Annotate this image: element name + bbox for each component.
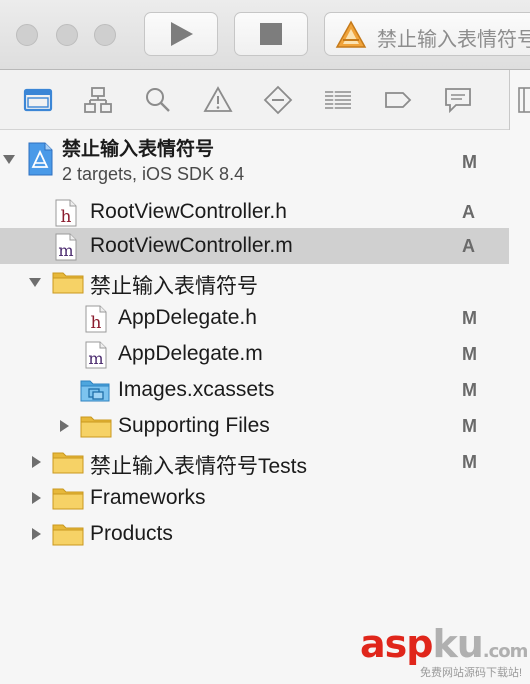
folder-icon xyxy=(52,452,84,474)
scheme-title: 禁止输入表情符号 xyxy=(377,29,530,51)
group-label: Frameworks xyxy=(90,486,206,509)
watermark-tagline: 免费网站源码下载站! xyxy=(420,667,523,679)
h-file-icon: h xyxy=(85,305,107,333)
group-row[interactable]: Frameworks xyxy=(0,480,509,516)
project-name: 禁止输入表情符号 xyxy=(62,139,215,160)
file-label: AppDelegate.m xyxy=(118,342,263,365)
test-navigator-icon[interactable] xyxy=(262,84,294,116)
svg-text:m: m xyxy=(88,349,103,368)
scm-status-badge: A xyxy=(462,236,475,256)
disclosure-collapsed-icon[interactable] xyxy=(29,491,43,505)
file-row-selected[interactable]: m RootViewController.m A xyxy=(0,228,509,264)
play-icon xyxy=(171,22,193,46)
group-label: Products xyxy=(90,522,173,545)
scm-status-badge: M xyxy=(462,152,477,172)
group-label: 禁止输入表情符号Tests xyxy=(90,455,308,478)
group-row[interactable]: 禁止输入表情符号Tests M xyxy=(0,444,509,480)
find-navigator-icon[interactable] xyxy=(142,84,174,116)
scheme-selector[interactable]: 禁止输入表情符号 xyxy=(324,12,530,56)
group-row[interactable]: Products xyxy=(0,516,509,552)
asset-catalog-icon xyxy=(80,380,110,402)
folder-icon xyxy=(52,488,84,510)
folder-icon xyxy=(52,272,84,294)
watermark-brand-c: .com xyxy=(482,641,529,662)
issue-navigator-icon[interactable] xyxy=(202,84,234,116)
svg-text:m: m xyxy=(58,241,73,260)
editor-layout-icon[interactable] xyxy=(518,86,530,114)
file-label: AppDelegate.h xyxy=(118,306,257,329)
stop-button[interactable] xyxy=(234,12,308,56)
watermark-brand-a: asp xyxy=(360,622,433,666)
debug-navigator-icon[interactable] xyxy=(322,84,354,116)
file-label: Images.xcassets xyxy=(118,378,275,401)
scm-status-badge: M xyxy=(462,452,477,472)
report-navigator-icon[interactable] xyxy=(442,84,474,116)
site-watermark: aspku.com xyxy=(360,622,529,666)
window-toolbar: 禁止输入表情符号 xyxy=(0,0,530,70)
svg-text:h: h xyxy=(91,313,102,333)
scm-status-badge: M xyxy=(462,416,477,436)
file-row[interactable]: Images.xcassets M xyxy=(0,372,509,408)
group-row[interactable]: Supporting Files M xyxy=(0,408,509,444)
run-button[interactable] xyxy=(144,12,218,56)
disclosure-collapsed-icon[interactable] xyxy=(29,527,43,541)
disclosure-collapsed-icon[interactable] xyxy=(29,455,43,469)
scm-status-badge: M xyxy=(462,308,477,328)
scm-status-badge: M xyxy=(462,380,477,400)
m-file-icon: m xyxy=(55,233,77,261)
m-file-icon: m xyxy=(85,341,107,369)
disclosure-collapsed-icon[interactable] xyxy=(57,419,71,433)
editor-area-edge xyxy=(510,70,530,684)
file-row[interactable]: m AppDelegate.m M xyxy=(0,336,509,372)
file-label: RootViewController.h xyxy=(90,200,287,223)
disclosure-expanded-icon[interactable] xyxy=(2,152,16,166)
h-file-icon: h xyxy=(55,199,77,227)
file-label: RootViewController.m xyxy=(90,234,293,257)
project-navigator-icon[interactable] xyxy=(22,84,54,116)
group-row[interactable]: 禁止输入表情符号 xyxy=(0,264,509,300)
minimize-window-button[interactable] xyxy=(56,24,78,46)
scm-status-badge: M xyxy=(462,344,477,364)
symbol-navigator-icon[interactable] xyxy=(82,84,114,116)
navigator-selector-bar xyxy=(0,70,510,130)
file-row[interactable]: h AppDelegate.h M xyxy=(0,300,509,336)
folder-icon xyxy=(52,524,84,546)
scm-status-badge: A xyxy=(462,202,475,222)
file-row[interactable]: h RootViewController.h A xyxy=(0,194,509,230)
group-label: 禁止输入表情符号 xyxy=(90,275,258,298)
disclosure-expanded-icon[interactable] xyxy=(28,275,42,289)
svg-text:h: h xyxy=(61,207,72,227)
project-root-row[interactable]: 禁止输入表情符号 2 targets, iOS SDK 8.4 M xyxy=(0,130,509,188)
close-window-button[interactable] xyxy=(16,24,38,46)
project-navigator-tree: 禁止输入表情符号 2 targets, iOS SDK 8.4 M h Root… xyxy=(0,130,510,684)
breakpoint-navigator-icon[interactable] xyxy=(382,84,414,116)
watermark-brand-b: ku xyxy=(432,622,483,666)
xcode-app-icon xyxy=(335,20,367,48)
project-subtitle: 2 targets, iOS SDK 8.4 xyxy=(62,164,245,184)
folder-icon xyxy=(80,416,112,438)
xcode-project-icon xyxy=(28,142,53,176)
stop-icon xyxy=(260,23,282,45)
group-label: Supporting Files xyxy=(118,414,270,437)
zoom-window-button[interactable] xyxy=(94,24,116,46)
